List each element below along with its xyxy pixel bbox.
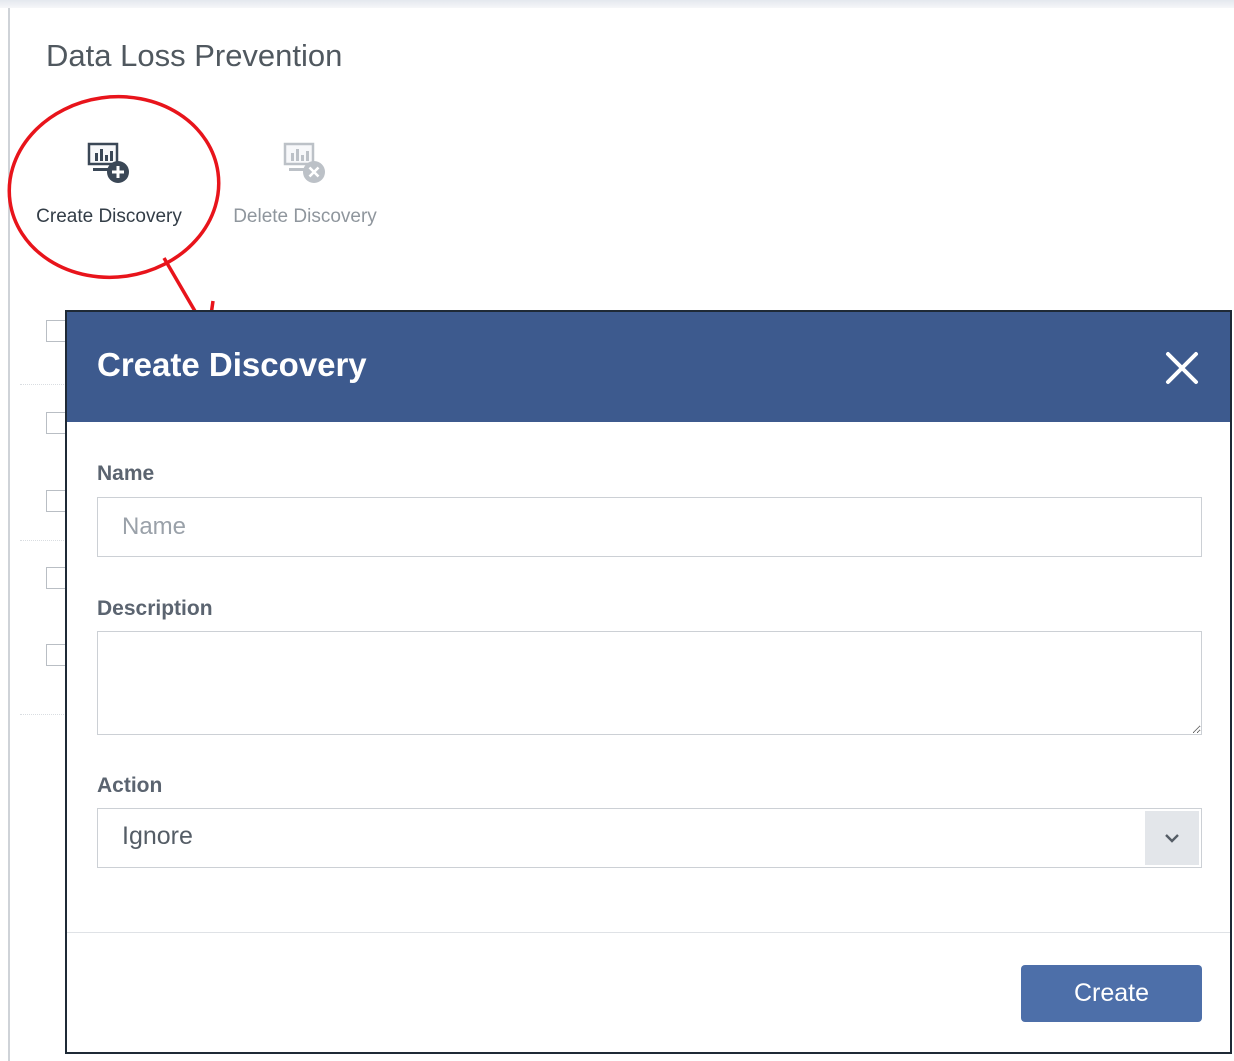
create-button[interactable]: Create — [1021, 965, 1202, 1022]
name-input[interactable] — [97, 497, 1202, 557]
dialog-header: Create Discovery — [67, 312, 1230, 422]
description-label: Description — [97, 597, 213, 620]
action-select-value: Ignore — [122, 822, 193, 850]
close-icon — [1166, 352, 1198, 384]
create-discovery-button[interactable]: Create Discovery — [14, 134, 204, 228]
create-discovery-icon — [14, 134, 204, 184]
create-discovery-label: Create Discovery — [36, 206, 182, 227]
name-label: Name — [97, 462, 155, 485]
dropdown-toggle[interactable] — [1145, 811, 1199, 865]
create-discovery-dialog: Create Discovery Name Description Action… — [65, 310, 1232, 1054]
description-textarea[interactable] — [97, 631, 1202, 735]
dialog-title: Create Discovery — [97, 346, 367, 383]
chevron-down-icon — [1165, 834, 1179, 843]
top-border — [0, 0, 1234, 8]
action-select[interactable]: Ignore — [97, 808, 1202, 868]
delete-discovery-label: Delete Discovery — [233, 206, 377, 227]
dialog-footer-divider — [67, 932, 1230, 933]
action-label: Action — [97, 774, 163, 797]
delete-discovery-button[interactable]: Delete Discovery — [210, 134, 400, 228]
page-title: Data Loss Prevention — [46, 38, 343, 73]
delete-discovery-icon — [210, 134, 400, 184]
close-button[interactable] — [1162, 348, 1202, 388]
